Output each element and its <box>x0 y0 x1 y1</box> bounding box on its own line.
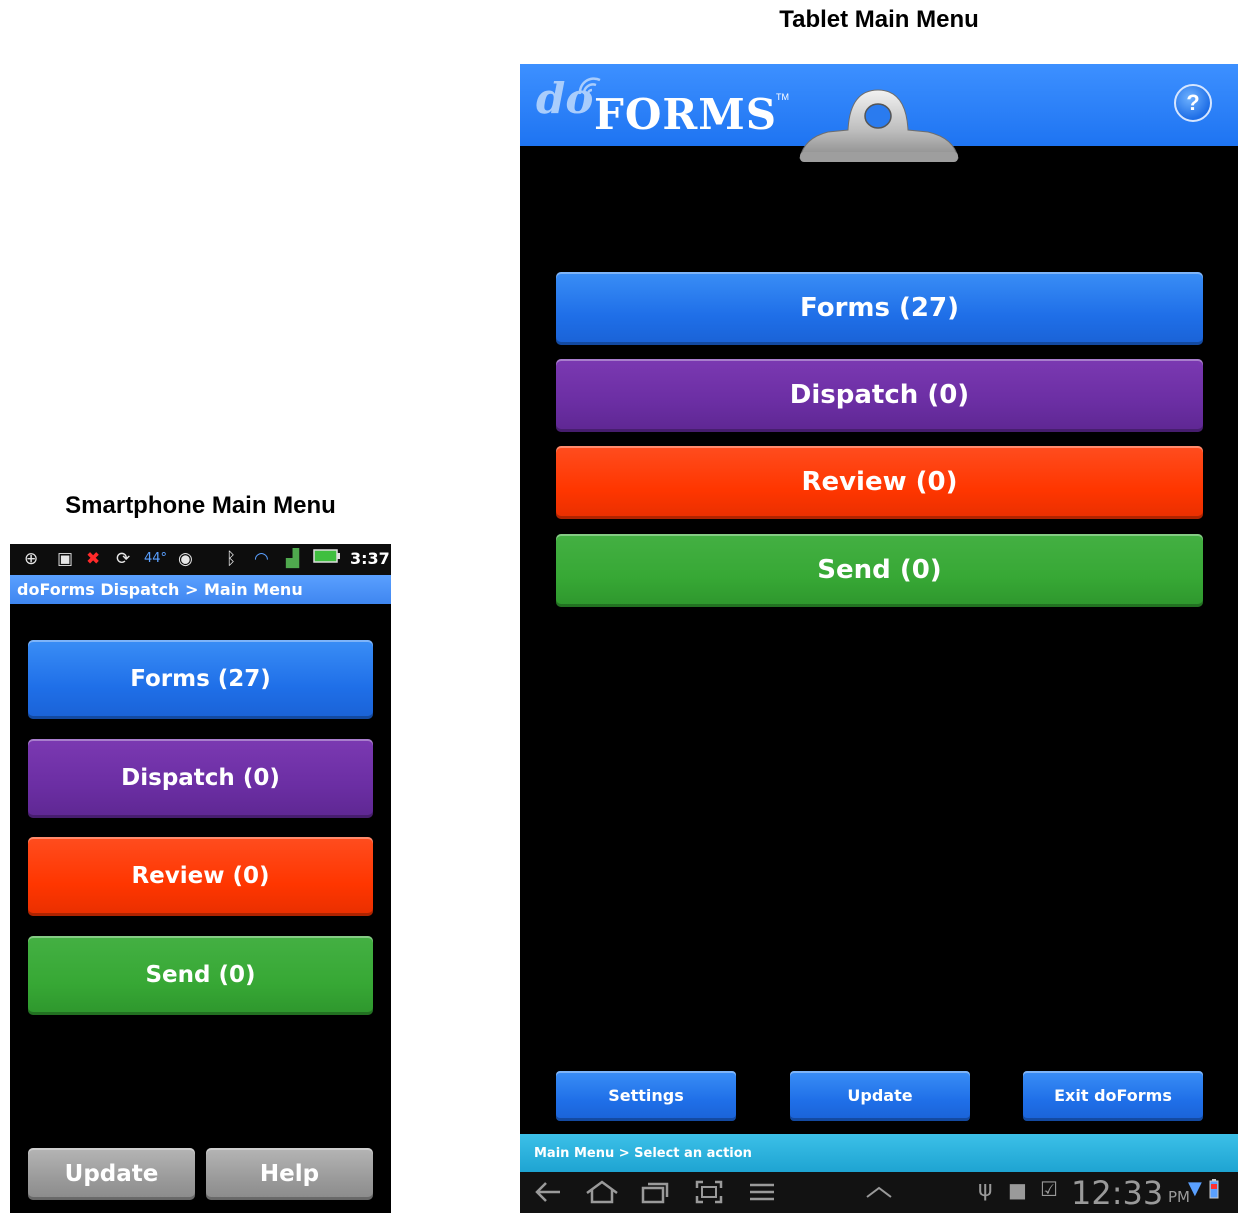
chevron-up-icon[interactable] <box>864 1180 894 1204</box>
clock: 12:33 <box>1071 1174 1164 1212</box>
add-icon: ⊕ <box>24 549 39 569</box>
error-icon: ✖ <box>86 549 101 569</box>
app-header: do FORMS TM ? <box>520 64 1238 162</box>
dispatch-button[interactable]: Dispatch (0) <box>556 359 1203 432</box>
checkbox-icon: ☑ <box>1040 1177 1058 1201</box>
dispatch-button[interactable]: Dispatch (0) <box>28 739 373 818</box>
bluetooth-icon: ᛒ <box>226 549 237 569</box>
screenshot-icon[interactable] <box>694 1180 724 1204</box>
smartphone-screen: ⊕ ▣ ✖ ⟳ 44° ◉ ᛒ ◠ ▟ 3:37 doForms Dispatc… <box>10 544 391 1213</box>
tablet-caption: Tablet Main Menu <box>779 6 979 33</box>
signal-icon: ▟ <box>286 549 300 569</box>
settings-button[interactable]: Settings <box>556 1071 736 1121</box>
temperature-text: 44° <box>144 551 168 566</box>
update-button[interactable]: Update <box>28 1148 195 1200</box>
trademark-text: TM <box>776 92 789 102</box>
send-button[interactable]: Send (0) <box>28 936 373 1015</box>
sync-icon: ⟳ <box>116 549 131 569</box>
phone-caption: Smartphone Main Menu <box>65 492 336 519</box>
recent-apps-icon[interactable] <box>640 1180 670 1204</box>
breadcrumb-bar: Main Menu > Select an action <box>520 1134 1238 1172</box>
app-title: doForms Dispatch > Main Menu <box>17 580 303 599</box>
wifi-signal-icon: ▼ <box>1188 1178 1202 1199</box>
home-icon[interactable] <box>584 1180 620 1204</box>
lock-icon: ■ <box>1008 1178 1027 1202</box>
status-bar: ⊕ ▣ ✖ ⟳ 44° ◉ ᛒ ◠ ▟ 3:37 <box>10 544 391 575</box>
breadcrumb: Main Menu > Select an action <box>534 1146 752 1161</box>
clipboard-clip-icon <box>799 89 959 162</box>
title-bar: doForms Dispatch > Main Menu <box>10 575 391 604</box>
exit-button[interactable]: Exit doForms <box>1023 1071 1203 1121</box>
status-time: 3:37 <box>350 549 390 568</box>
update-button[interactable]: Update <box>790 1071 970 1121</box>
review-button[interactable]: Review (0) <box>556 446 1203 519</box>
brand-forms-text: FORMS <box>594 90 778 139</box>
help-icon[interactable]: ? <box>1174 84 1212 122</box>
battery-icon <box>1208 1178 1220 1205</box>
usb-icon: ψ <box>978 1177 993 1202</box>
clock-ampm: PM <box>1168 1188 1190 1206</box>
review-button[interactable]: Review (0) <box>28 837 373 916</box>
send-button[interactable]: Send (0) <box>556 534 1203 607</box>
wifi-icon: ◠ <box>254 549 269 569</box>
forms-button[interactable]: Forms (27) <box>556 272 1203 345</box>
briefcase-icon: ▣ <box>57 549 74 569</box>
help-button[interactable]: Help <box>206 1148 373 1200</box>
back-icon[interactable] <box>534 1180 562 1204</box>
battery-icon <box>313 548 341 570</box>
tablet-screen: do FORMS TM ? Forms (27) Dispatch (0) Re… <box>520 64 1238 1213</box>
system-nav-bar: ψ ■ ☑ 12:33 PM ▼ <box>520 1172 1238 1213</box>
camera-icon: ◉ <box>178 549 193 569</box>
menu-icon[interactable] <box>748 1180 776 1204</box>
forms-button[interactable]: Forms (27) <box>28 640 373 719</box>
